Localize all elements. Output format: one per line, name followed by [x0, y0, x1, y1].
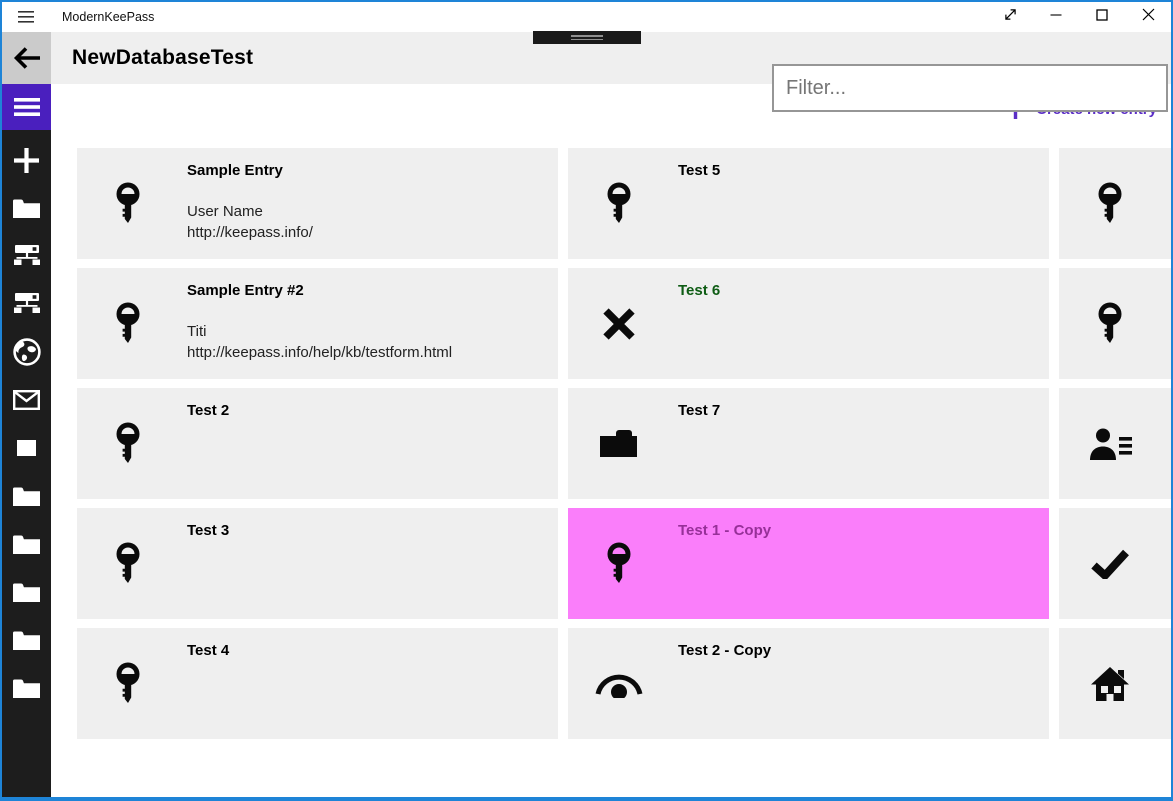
key-icon	[103, 299, 153, 349]
app-window: ModernKeePass NewDatabaseTest Create new…	[0, 0, 1173, 801]
main-content: Create new entry Sample EntryUser Nameht…	[51, 84, 1171, 797]
entry-title: Test 3	[187, 522, 230, 539]
entry-title: Test 4	[187, 642, 230, 659]
filter-input[interactable]	[772, 64, 1168, 112]
entry-card-sample-entry[interactable]: Sample Entry User Name http://keepass.info…	[77, 148, 558, 259]
sidebar-item-globe-5[interactable]	[2, 328, 51, 376]
back-button[interactable]	[2, 32, 51, 84]
entry-card-test-3[interactable]: Test 3	[77, 508, 558, 619]
entry-card-test-1-copy[interactable]: Test 1 - Copy	[568, 508, 1049, 619]
entry-card-clipped-11[interactable]	[1059, 508, 1171, 619]
minimize-button[interactable]	[1033, 2, 1079, 32]
hamburger-icon	[18, 11, 34, 23]
entry-card-test-5[interactable]: Test 5	[568, 148, 1049, 259]
key-icon	[1085, 179, 1135, 229]
fullscreen-icon	[1003, 7, 1018, 27]
folder-side-icon	[13, 486, 40, 507]
key-icon	[103, 419, 153, 469]
entry-card-clipped-5[interactable]	[1059, 268, 1171, 379]
entry-card-test-7[interactable]: Test 7	[568, 388, 1049, 499]
key-icon	[594, 539, 644, 589]
entry-details: User Name http://keepass.info/	[187, 203, 313, 241]
entry-details: Titi http://keepass.info/help/kb/testform…	[187, 323, 453, 361]
home-icon	[1085, 659, 1135, 709]
close-icon	[1142, 8, 1155, 26]
folder-side-icon	[13, 582, 40, 603]
entry-card-clipped-8[interactable]	[1059, 388, 1171, 499]
network-icon	[13, 245, 40, 267]
maximize-icon	[1096, 8, 1108, 26]
key-icon	[103, 659, 153, 709]
sidebar-item-folder-side-8[interactable]	[2, 472, 51, 520]
entry-card-test-6[interactable]: Test 6	[568, 268, 1049, 379]
mail-icon	[13, 390, 40, 410]
menu-icon	[13, 98, 40, 116]
cross-icon	[594, 299, 644, 349]
sidebar-item-network-4[interactable]	[2, 280, 51, 328]
entry-title: Test 2	[187, 402, 230, 419]
app-bar-grip[interactable]	[533, 31, 641, 44]
sidebar-item-mail-6[interactable]	[2, 376, 51, 424]
check-icon	[1085, 539, 1135, 589]
folder-side-icon	[13, 534, 40, 555]
entry-title: Sample Entry	[187, 162, 283, 179]
entry-title: Sample Entry #2	[187, 282, 304, 299]
sidebar	[2, 84, 51, 797]
contact-icon	[1085, 419, 1135, 469]
entry-title: Test 5	[678, 162, 721, 179]
sidebar-item-folder-side-10[interactable]	[2, 568, 51, 616]
square-icon	[17, 440, 36, 456]
entry-card-clipped-14[interactable]	[1059, 628, 1171, 739]
entry-card-test-2[interactable]: Test 2	[77, 388, 558, 499]
key-icon	[594, 179, 644, 229]
entry-card-clipped-2[interactable]	[1059, 148, 1171, 259]
close-button[interactable]	[1125, 2, 1171, 32]
entry-title: Test 6	[678, 282, 721, 299]
titlebar-menu-button[interactable]	[2, 2, 50, 32]
entry-card-sample-entry-2[interactable]: Sample Entry #2 Titi http://keepass.info/h…	[77, 268, 558, 379]
globe-icon	[12, 338, 41, 366]
view-icon	[594, 659, 644, 709]
plus-icon	[13, 147, 40, 174]
network-icon	[13, 293, 40, 315]
key-icon	[103, 179, 153, 229]
sidebar-item-folder-side-12[interactable]	[2, 664, 51, 712]
back-arrow-icon	[13, 47, 40, 69]
app-title: ModernKeePass	[62, 10, 155, 24]
entry-title: Test 2 - Copy	[678, 642, 772, 659]
entry-card-test-2-copy[interactable]: Test 2 - Copy	[568, 628, 1049, 739]
key-icon	[1085, 299, 1135, 349]
sidebar-item-network-3[interactable]	[2, 232, 51, 280]
sidebar-item-folder-side-2[interactable]	[2, 184, 51, 232]
entry-card-test-4[interactable]: Test 4	[77, 628, 558, 739]
entry-grid: Sample Entry User Name http://keepass.info…	[77, 148, 1171, 739]
sidebar-item-folder-side-9[interactable]	[2, 520, 51, 568]
entry-title: Test 1 - Copy	[678, 522, 772, 539]
maximize-button[interactable]	[1079, 2, 1125, 32]
fullscreen-button[interactable]	[987, 2, 1033, 32]
page-title: NewDatabaseTest	[72, 46, 254, 69]
folder-side-icon	[13, 678, 40, 699]
folder-side-icon	[13, 630, 40, 651]
folder-side-icon	[13, 198, 40, 219]
window-controls	[987, 2, 1171, 32]
entry-title: Test 7	[678, 402, 721, 419]
sidebar-item-menu-0[interactable]	[2, 84, 51, 130]
title-bar: ModernKeePass	[2, 2, 1171, 32]
folder-icon	[594, 419, 644, 469]
minimize-icon	[1050, 8, 1062, 26]
sidebar-item-square-7[interactable]	[2, 424, 51, 472]
sidebar-item-folder-side-11[interactable]	[2, 616, 51, 664]
sidebar-item-plus-1[interactable]	[2, 136, 51, 184]
key-icon	[103, 539, 153, 589]
